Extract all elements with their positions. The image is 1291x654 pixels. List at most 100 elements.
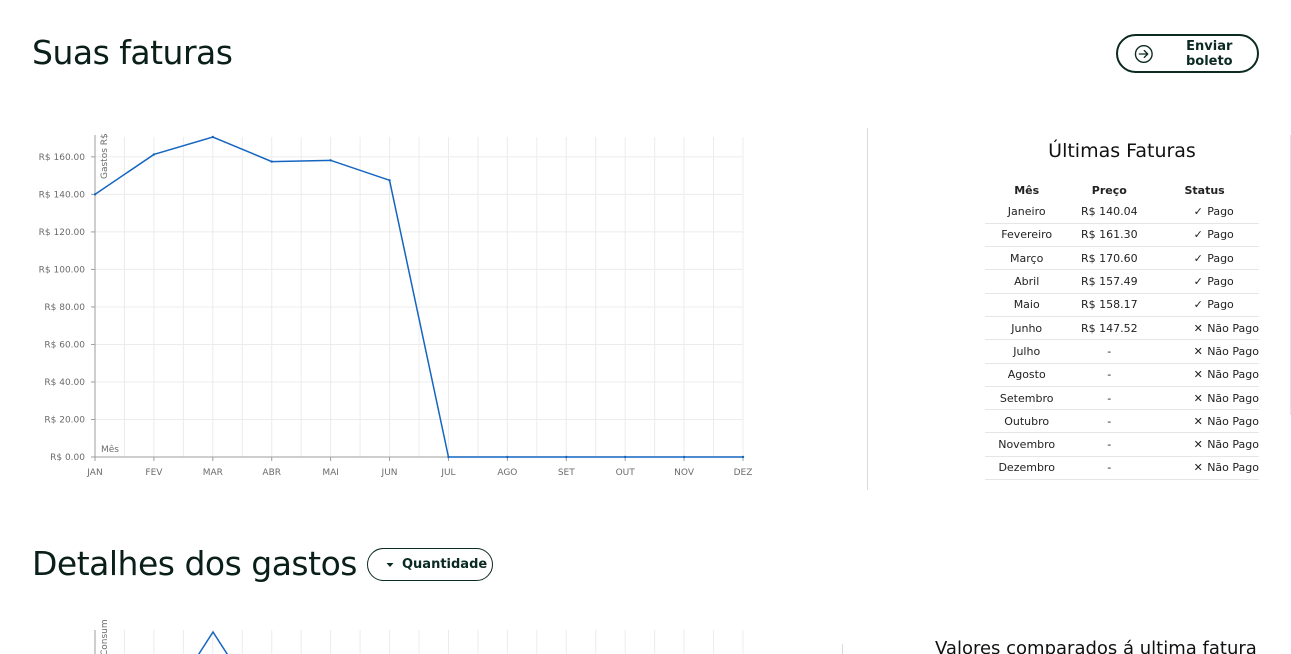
table-row: Janeiro R$ 140.04 ✓ Pago: [985, 200, 1259, 224]
x-tick-label: JUN: [381, 468, 398, 478]
row-month: Novembro: [985, 432, 1069, 457]
row-month: Outubro: [985, 409, 1069, 434]
row-status: ✓ Pago: [1150, 223, 1259, 248]
table-row: Março R$ 170.60 ✓ Pago: [985, 246, 1259, 271]
x-tick-label: FEV: [145, 468, 163, 478]
status-label: Pago: [1207, 275, 1234, 289]
x-tick-label: ABR: [262, 468, 281, 478]
y-axis-label: Consumo kWh: [100, 620, 110, 654]
comparison-title: Valores comparados á ultima fatura: [935, 638, 1257, 654]
row-price: R$ 161.30: [1068, 223, 1151, 248]
row-month: Agosto: [985, 363, 1069, 387]
x-tick-label: SET: [558, 468, 575, 478]
table-row: Novembro - ✕ Não Pago: [985, 432, 1259, 457]
data-point: [565, 455, 568, 459]
row-month: Dezembro: [985, 456, 1069, 481]
row-month: Julho: [985, 339, 1069, 364]
table-row: Dezembro - ✕ Não Pago: [985, 456, 1259, 481]
row-month: Setembro: [985, 386, 1069, 411]
row-month: Abril: [985, 269, 1069, 294]
row-status: ✕ Não Pago: [1150, 386, 1259, 411]
invoices-title: Últimas Faturas: [1048, 140, 1196, 162]
row-status: ✕ Não Pago: [1150, 432, 1259, 457]
row-month: Março: [985, 246, 1069, 271]
row-status: ✕ Não Pago: [1150, 456, 1259, 481]
table-header-row: Mês Preço Status: [985, 180, 1259, 200]
y-axis-label: Gastos R$: [100, 133, 110, 179]
table-row: Setembro - ✕ Não Pago: [985, 386, 1259, 411]
status-label: Não Pago: [1207, 391, 1259, 405]
row-status: ✕ Não Pago: [1150, 339, 1259, 364]
header-month: Mês: [1014, 183, 1040, 197]
x-icon: ✕: [1193, 461, 1203, 475]
data-point: [388, 179, 391, 182]
data-point: [270, 160, 273, 163]
row-price: -: [1068, 339, 1151, 364]
status-label: Não Pago: [1207, 414, 1259, 428]
y-tick-label: R$ 160.00: [39, 153, 86, 163]
quantity-dropdown[interactable]: Quantidade: [367, 548, 493, 581]
y-tick-label: R$ 60.00: [44, 340, 85, 350]
table-row: Agosto - ✕ Não Pago: [985, 363, 1259, 387]
row-price: -: [1068, 363, 1151, 387]
x-tick-label: DEZ: [734, 468, 753, 478]
x-tick-label: NOV: [674, 468, 695, 478]
row-status: ✓ Pago: [1150, 200, 1259, 224]
row-price: R$ 170.60: [1068, 246, 1151, 271]
row-price: -: [1068, 386, 1151, 411]
status-label: Não Pago: [1207, 321, 1259, 335]
status-label: Pago: [1207, 204, 1234, 218]
x-icon: ✕: [1193, 368, 1203, 382]
status-label: Não Pago: [1207, 368, 1259, 382]
status-label: Não Pago: [1207, 461, 1259, 475]
row-price: R$ 140.04: [1068, 200, 1151, 224]
status-label: Pago: [1207, 298, 1234, 312]
x-tick-label: MAR: [203, 468, 223, 478]
row-price: -: [1068, 456, 1151, 481]
data-point: [152, 153, 156, 156]
quantity-label: Quantidade: [402, 557, 488, 572]
row-month: Janeiro: [985, 200, 1069, 224]
header-status: Status: [1184, 183, 1225, 197]
data-point: [329, 159, 332, 162]
row-price: R$ 147.52: [1068, 316, 1151, 341]
data-point: [447, 455, 450, 459]
status-label: Pago: [1207, 228, 1234, 242]
table-row: Maio R$ 158.17 ✓ Pago: [985, 293, 1259, 317]
send-boleto-label: Enviar boleto: [1185, 38, 1233, 69]
section-divider-2: [842, 644, 843, 654]
x-icon: ✕: [1193, 414, 1203, 428]
check-icon: ✓: [1193, 251, 1203, 265]
table-row: Junho R$ 147.52 ✕ Não Pago: [985, 316, 1259, 341]
x-tick-label: AGO: [497, 468, 517, 478]
consumption-chart-preview: Consumo kWh: [94, 620, 744, 654]
x-tick-label: MAI: [322, 468, 339, 478]
x-axis-label: Mês: [101, 444, 119, 455]
data-point: [211, 135, 215, 139]
send-boleto-button[interactable]: Enviar boleto: [1116, 34, 1259, 73]
check-icon: ✓: [1193, 298, 1203, 312]
table-row: Outubro - ✕ Não Pago: [985, 409, 1259, 434]
data-point: [623, 455, 627, 459]
y-tick-label: R$ 20.00: [44, 415, 85, 425]
caret-down-icon: [386, 562, 394, 567]
row-month: Maio: [985, 293, 1069, 317]
row-price: -: [1068, 409, 1151, 434]
invoice-line-chart: R$ 0.00 R$ 20.00 R$ 40.00 R$ 60.00 R$ 80.00 R…: [39, 133, 753, 478]
row-status: ✕ Não Pago: [1150, 316, 1259, 341]
row-month: Fevereiro: [985, 223, 1069, 248]
x-icon: ✕: [1193, 391, 1203, 405]
row-status: ✓ Pago: [1150, 269, 1259, 294]
x-icon: ✕: [1193, 344, 1203, 358]
row-price: R$ 157.49: [1068, 269, 1151, 294]
row-price: -: [1068, 432, 1151, 457]
data-point: [506, 455, 509, 459]
data-point: [93, 193, 97, 196]
arrow-circle-right-icon: [1134, 44, 1153, 63]
section-title-expenses: Detalhes dos gastos: [32, 544, 357, 583]
y-tick-label: R$ 100.00: [39, 265, 86, 275]
y-tick-label: R$ 0.00: [50, 453, 85, 463]
y-tick-label: R$ 40.00: [44, 378, 85, 388]
y-tick-label: R$ 120.00: [39, 228, 86, 238]
table-row: Fevereiro R$ 161.30 ✓ Pago: [985, 223, 1259, 248]
